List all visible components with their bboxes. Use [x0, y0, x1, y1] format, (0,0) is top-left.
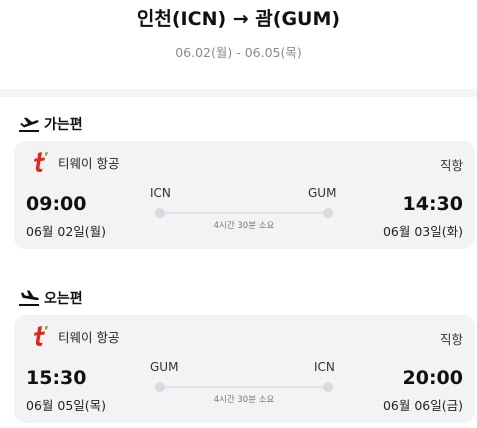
plane-landing-icon [19, 290, 39, 306]
inbound-label: 오는편 [44, 291, 83, 307]
airline-name: 티웨이 항공 [58, 155, 120, 171]
trip-header: 인천(ICN) → 괌(GUM) 06.02(월) - 06.05(목) [0, 0, 477, 92]
departure-airport-code: ICN [150, 186, 171, 200]
tway-logo [34, 152, 48, 172]
route-line [160, 212, 328, 214]
airline-name: 티웨이 항공 [58, 329, 120, 345]
departure-airport-code: GUM [150, 360, 179, 374]
arrival-airport-code: GUM [308, 186, 337, 200]
date-range: 06.02(월) - 06.05(목) [175, 45, 302, 60]
departure-time: 15:30 [26, 367, 87, 389]
inbound-section-title: 오는편 [18, 288, 83, 308]
plane-takeoff-icon [19, 117, 39, 132]
departure-date: 06월 05일(목) [26, 398, 107, 413]
route-end-dot [323, 208, 333, 218]
tway-logo [34, 326, 48, 346]
arrival-airport-code: ICN [314, 360, 335, 374]
arrival-date: 06월 06일(금) [382, 398, 463, 413]
airline-info: 티웨이 항공 [32, 151, 119, 173]
departure-date: 06월 02일(월) [26, 224, 107, 239]
arrival-time: 20:00 [402, 367, 463, 389]
section-divider [0, 89, 477, 97]
route-start-dot [155, 208, 165, 218]
flight-type: 직항 [439, 158, 463, 173]
flight-duration: 4시간 30분 소요 [213, 221, 275, 231]
arrival-time: 14:30 [402, 193, 463, 215]
route-end-dot [323, 382, 333, 392]
inbound-flight-card[interactable]: 티웨이 항공 직항 15:30 06월 05일(목) GUM ICN 4시간 3… [14, 315, 475, 423]
arrival-date: 06월 03일(화) [382, 224, 463, 239]
outbound-flight-card[interactable]: 티웨이 항공 직항 09:00 06월 02일(월) ICN GUM 4시간 3… [14, 141, 475, 249]
route-title: 인천(ICN) → 괌(GUM) [136, 8, 341, 30]
route-line [160, 386, 328, 388]
outbound-section-title: 가는편 [18, 114, 83, 134]
departure-time: 09:00 [26, 193, 87, 215]
airline-info: 티웨이 항공 [32, 325, 119, 347]
route-start-dot [155, 382, 165, 392]
flight-duration: 4시간 30분 소요 [213, 395, 275, 405]
outbound-label: 가는편 [44, 117, 83, 133]
flight-type: 직항 [439, 332, 463, 347]
